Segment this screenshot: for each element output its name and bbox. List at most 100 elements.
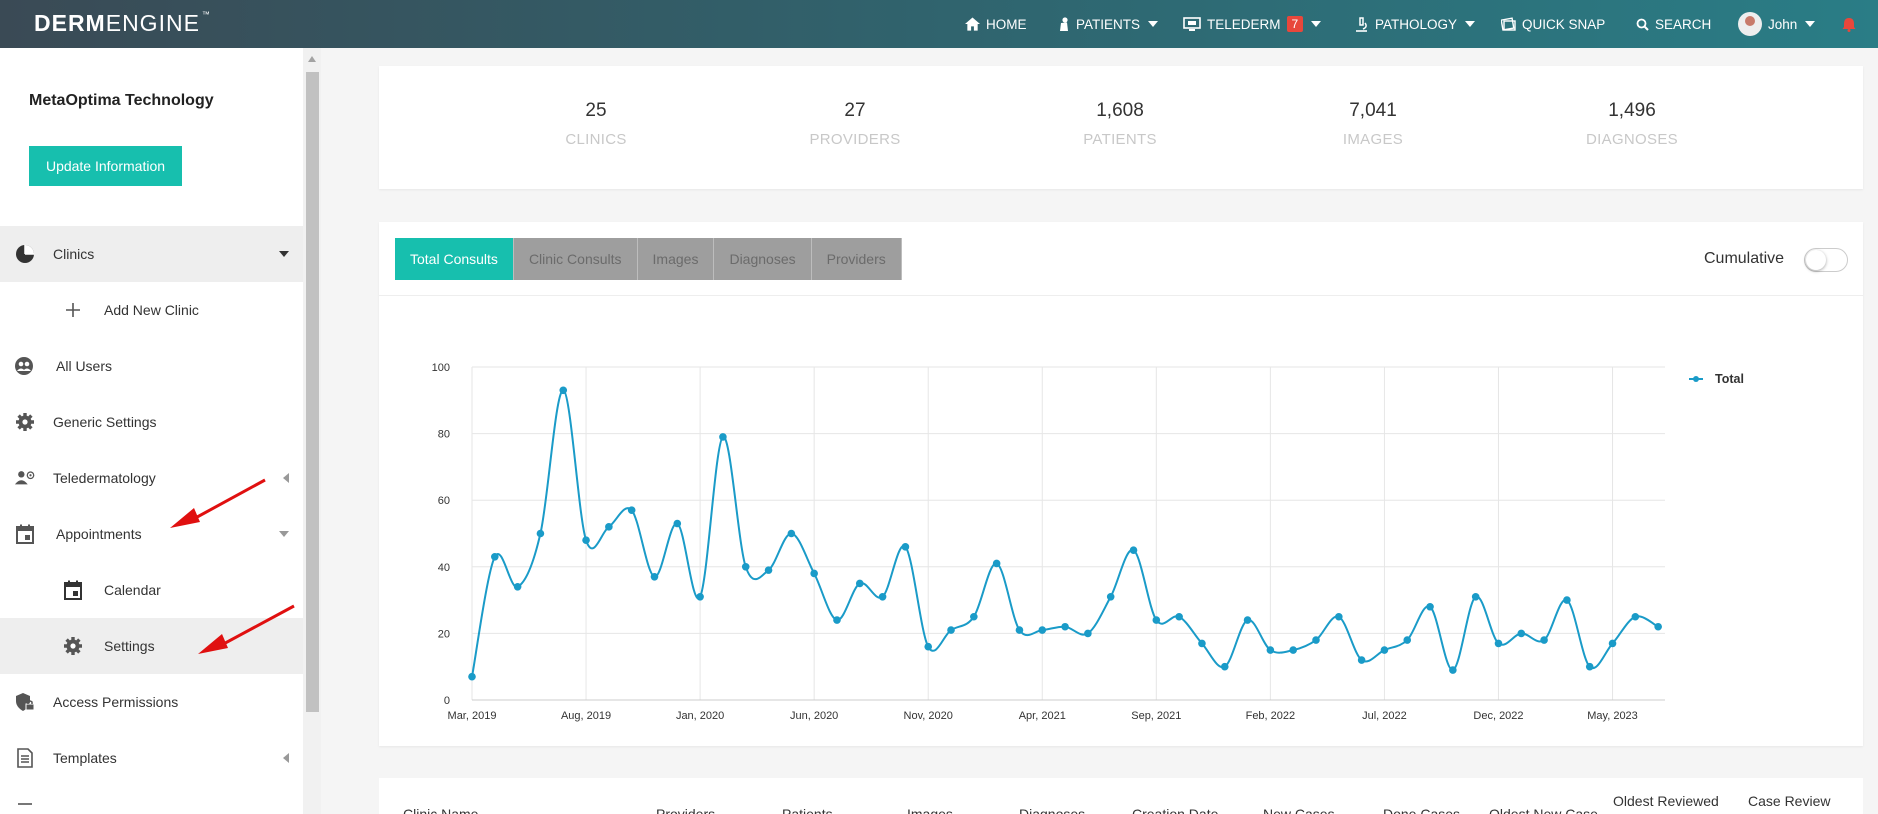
data-point (764, 566, 773, 574)
data-point (559, 386, 568, 395)
scrollbar-thumb[interactable] (306, 72, 319, 712)
x-tick-label: Nov, 2020 (904, 710, 953, 722)
x-tick-label: Feb, 2022 (1246, 710, 1296, 722)
column-header[interactable]: Patients (782, 806, 833, 814)
column-header[interactable]: Oldest Reviewed (1613, 793, 1719, 809)
nav-user-menu[interactable]: John (1738, 12, 1816, 36)
data-point (1517, 629, 1526, 638)
users-globe-icon (14, 355, 36, 377)
data-point (1380, 646, 1389, 654)
data-point (1084, 629, 1092, 638)
sidebar-item-label: Teledermatology (53, 470, 156, 486)
cumulative-toggle[interactable] (1804, 248, 1848, 272)
chevron-down-icon (1465, 21, 1476, 27)
sidebar-item-templates[interactable]: Templates (0, 730, 303, 786)
stats-card: 25 CLINICS 27 PROVIDERS 1,608 PATIENTS 7… (379, 66, 1863, 189)
sidebar-item-label: Add New Clinic (104, 302, 199, 318)
document-icon (14, 795, 36, 814)
telederm-icon (1183, 17, 1201, 31)
data-point (970, 612, 978, 621)
x-tick-label: Dec, 2022 (1473, 710, 1523, 722)
sidebar-item-clinics[interactable]: Clinics (0, 226, 303, 282)
sidebar-item-add-new-clinic[interactable]: Add New Clinic (0, 282, 303, 338)
home-icon (965, 17, 980, 31)
x-tick-label: May, 2023 (1587, 710, 1638, 722)
stat-value: 7,041 (1349, 100, 1397, 121)
pie-chart-icon (14, 243, 36, 265)
data-point (1289, 646, 1297, 654)
plus-icon (62, 299, 84, 321)
data-point (1585, 662, 1594, 671)
column-header[interactable]: Case Review (1748, 793, 1830, 809)
nav-patients[interactable]: PATIENTS (1058, 13, 1159, 35)
tab-images[interactable]: Images (637, 238, 715, 280)
data-point (1152, 616, 1161, 624)
search-icon (1636, 18, 1649, 31)
data-point (901, 543, 910, 551)
data-point (787, 529, 796, 538)
stat-label: CLINICS (565, 131, 627, 148)
column-header[interactable]: Creation Date (1132, 806, 1218, 814)
sidebar-item-all-users[interactable]: All Users (0, 338, 303, 394)
x-tick-label: Jun, 2020 (790, 710, 838, 722)
tab-providers[interactable]: Providers (811, 238, 902, 280)
column-header[interactable]: New Cases (1263, 806, 1335, 814)
sidebar-item-appointments[interactable]: Appointments (0, 506, 303, 562)
update-information-button[interactable]: Update Information (29, 146, 182, 186)
data-point (650, 572, 659, 581)
microscope-icon (1356, 16, 1367, 32)
sidebar-item-partial[interactable] (0, 786, 303, 814)
sidebar-item-access-permissions[interactable]: Access Permissions (0, 674, 303, 730)
data-point (1494, 639, 1503, 648)
dermengine-logo[interactable]: DERMENGINE ™ (34, 10, 211, 37)
clinics-table: Clinic Name Providers Patients Images Di… (379, 778, 1863, 814)
tab-total-consults[interactable]: Total Consults (395, 238, 514, 280)
cumulative-label: Cumulative (1704, 250, 1785, 267)
nav-pathology[interactable]: PATHOLOGY (1354, 13, 1476, 35)
scroll-up-arrow-icon[interactable] (308, 56, 316, 62)
sidebar-item-label: Access Permissions (53, 694, 179, 710)
y-tick-label: 100 (432, 362, 450, 374)
column-header[interactable]: Diagnoses (1019, 806, 1085, 814)
data-point (741, 563, 750, 571)
column-header[interactable]: Oldest New Case (1489, 806, 1598, 814)
calendar-icon (14, 523, 36, 545)
bell-icon (1842, 17, 1856, 32)
data-point (1129, 546, 1138, 554)
consults-line-chart: 0 20 40 60 80 100 Mar, 2019 Aug, 2019 Jan, 2020 J… (432, 362, 1744, 722)
data-point (1654, 622, 1662, 631)
stat-value: 1,496 (1608, 100, 1656, 121)
data-point (992, 559, 1001, 568)
data-point (1015, 626, 1024, 634)
stat-value: 1,608 (1096, 100, 1144, 121)
sidebar-item-appointment-settings[interactable]: Settings (0, 618, 303, 674)
nav-telederm[interactable]: TELEDERM 7 (1183, 13, 1322, 35)
data-point (1312, 636, 1320, 644)
chevron-down-icon (279, 251, 289, 257)
x-tick-label: Sep, 2021 (1131, 710, 1181, 722)
column-header[interactable]: Images (907, 806, 953, 814)
sidebar-item-label: Appointments (56, 526, 142, 542)
data-point (855, 579, 864, 588)
nav-quick-snap[interactable]: QUICK SNAP (1501, 13, 1605, 35)
sidebar-item-teledermatology[interactable]: Teledermatology (0, 450, 303, 506)
sidebar-item-label: All Users (56, 358, 113, 374)
data-point (833, 616, 841, 624)
quick-snap-icon (1501, 17, 1516, 31)
sidebar-scrollbar[interactable] (303, 48, 321, 814)
data-point (924, 642, 933, 651)
tab-clinic-consults[interactable]: Clinic Consults (513, 238, 638, 280)
column-header[interactable]: Done Cases (1383, 806, 1460, 814)
notifications-bell[interactable] (1842, 13, 1856, 35)
calendar-icon (62, 579, 84, 601)
nav-home[interactable]: HOME (965, 13, 1027, 35)
column-header[interactable]: Clinic Name (403, 806, 478, 814)
document-icon (14, 747, 36, 769)
sidebar-item-generic-settings[interactable]: Generic Settings (0, 394, 303, 450)
tab-diagnoses[interactable]: Diagnoses (714, 238, 812, 280)
telederm-count-badge: 7 (1286, 16, 1304, 32)
column-header[interactable]: Providers (656, 806, 715, 814)
sidebar-item-calendar[interactable]: Calendar (0, 562, 303, 618)
x-tick-label: Jan, 2020 (676, 710, 724, 722)
nav-search[interactable]: SEARCH (1636, 13, 1711, 35)
